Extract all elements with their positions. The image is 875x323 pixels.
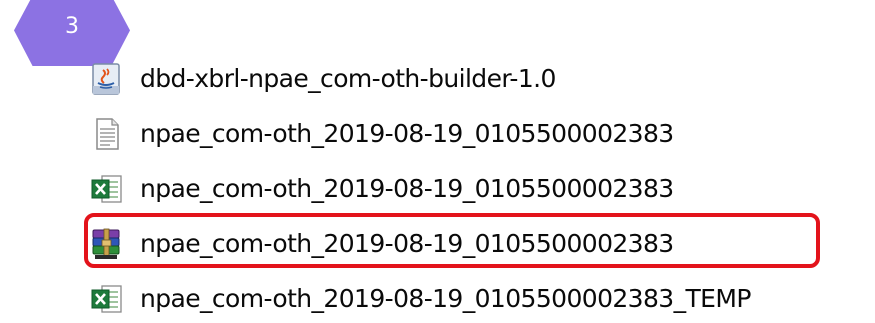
selection-highlight-box xyxy=(84,213,820,268)
file-item-excel-temp[interactable]: npae_com-oth_2019-08-19_0105500002383_TE… xyxy=(90,271,875,323)
file-name: npae_com-oth_2019-08-19_0105500002383_TE… xyxy=(140,284,751,313)
java-jar-icon xyxy=(92,62,120,95)
file-name: npae_com-oth_2019-08-19_0105500002383 xyxy=(140,119,674,148)
explorer-file-view: 3 dbd-xbrl-npae_com-oth-builder-1.0 npae… xyxy=(0,0,875,323)
file-name: npae_com-oth_2019-08-19_0105500002383 xyxy=(140,174,674,203)
file-list: dbd-xbrl-npae_com-oth-builder-1.0 npae_c… xyxy=(90,51,875,323)
excel-file-icon xyxy=(91,174,122,203)
step-badge-label: 3 xyxy=(65,14,79,39)
excel-file-icon xyxy=(91,284,122,313)
text-file-icon xyxy=(96,117,119,150)
file-name: dbd-xbrl-npae_com-oth-builder-1.0 xyxy=(140,64,556,93)
file-item-text[interactable]: npae_com-oth_2019-08-19_0105500002383 xyxy=(90,106,875,161)
file-item-builder-jar[interactable]: dbd-xbrl-npae_com-oth-builder-1.0 xyxy=(90,51,875,106)
file-item-excel[interactable]: npae_com-oth_2019-08-19_0105500002383 xyxy=(90,161,875,216)
